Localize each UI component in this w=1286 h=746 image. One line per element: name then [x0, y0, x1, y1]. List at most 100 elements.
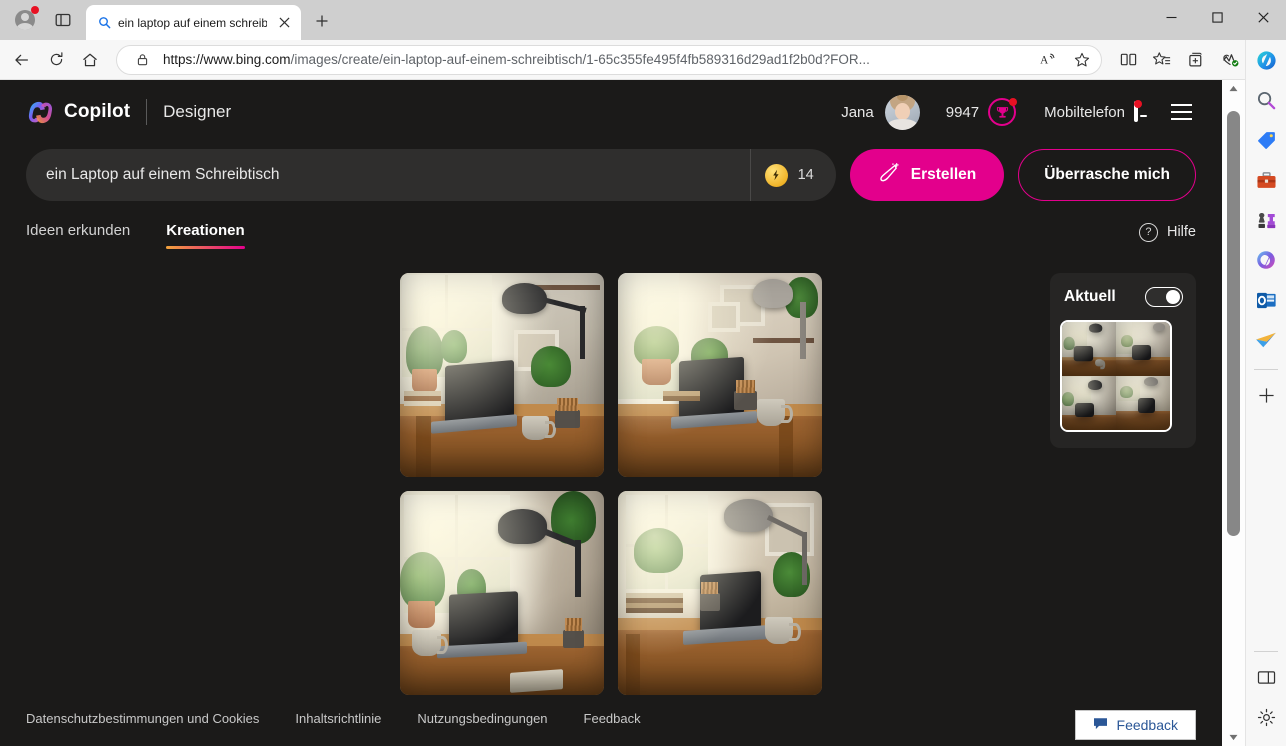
split-screen-icon[interactable] [1112, 44, 1144, 76]
user-account-button[interactable]: Jana [831, 91, 930, 134]
svg-text:A: A [1040, 54, 1049, 66]
sidebar-item-outlook[interactable] [1249, 283, 1283, 317]
sidebar-item-send[interactable] [1249, 323, 1283, 357]
tab-close-button[interactable] [273, 12, 295, 34]
edge-sidebar [1245, 40, 1286, 746]
results-area: Aktuell [0, 273, 1222, 673]
tab-actions-button[interactable] [48, 5, 78, 35]
read-aloud-icon[interactable]: A [1035, 47, 1061, 73]
create-button[interactable]: Erstellen [850, 149, 1004, 201]
mobile-phone-label: Mobiltelefon [1044, 104, 1125, 121]
boost-counter[interactable]: 14 [750, 149, 836, 201]
plus-icon [1258, 387, 1275, 404]
add-favorite-icon[interactable] [1069, 47, 1095, 73]
maximize-button[interactable] [1194, 0, 1240, 34]
sidebar-divider [1254, 369, 1278, 370]
tab-ideen-erkunden[interactable]: Ideen erkunden [26, 222, 130, 249]
collections-icon[interactable] [1180, 44, 1212, 76]
generated-images-grid [400, 273, 822, 673]
home-button[interactable] [74, 44, 106, 76]
help-label: Hilfe [1167, 224, 1196, 240]
prompt-box[interactable]: 14 [26, 149, 836, 201]
footer-link-privacy[interactable]: Datenschutzbestimmungen und Cookies [26, 711, 259, 726]
recent-panel-title: Aktuell [1064, 288, 1116, 306]
generated-image-4[interactable] [618, 491, 822, 695]
scrollbar-up-arrow[interactable] [1222, 80, 1245, 97]
back-arrow-icon [13, 51, 31, 69]
search-icon [1256, 90, 1277, 111]
mobile-phone-button[interactable]: Mobiltelefon [1034, 99, 1148, 125]
rewards-button[interactable]: 9947 [936, 94, 1026, 130]
recent-panel-toggle[interactable] [1145, 287, 1183, 307]
tab-kreationen[interactable]: Kreationen [166, 222, 244, 249]
address-bar-url: https://www.bing.com/images/create/ein-l… [163, 52, 1027, 67]
footer-link-content-policy[interactable]: Inhaltsrichtlinie [295, 711, 381, 726]
refresh-icon [48, 51, 65, 68]
url-host: https://www.bing.com [163, 52, 291, 67]
refresh-button[interactable] [40, 44, 72, 76]
bing-search-icon [96, 15, 112, 31]
microsoft-365-icon [1255, 249, 1277, 271]
recent-thumbnail-2 [1116, 322, 1170, 376]
recent-panel-header: Aktuell [1060, 287, 1186, 307]
prompt-row: 14 Erstellen Überrasche mich [0, 149, 1222, 201]
scrollbar-down-arrow[interactable] [1222, 729, 1245, 746]
split-pane-icon [1257, 669, 1276, 686]
generated-image-2[interactable] [618, 273, 822, 477]
boost-count: 14 [798, 167, 814, 183]
close-button[interactable] [1240, 0, 1286, 34]
sidebar-settings-button[interactable] [1249, 700, 1283, 734]
sidebar-item-search[interactable] [1249, 83, 1283, 117]
avatar [885, 95, 920, 130]
favorites-icon[interactable] [1146, 44, 1178, 76]
games-chess-icon [1256, 210, 1277, 231]
boost-coin-icon [765, 164, 788, 187]
send-plane-icon [1255, 331, 1277, 349]
phone-notification-dot [1134, 100, 1142, 108]
new-tab-button[interactable] [307, 6, 337, 36]
sidebar-item-shopping[interactable] [1249, 123, 1283, 157]
sidebar-item-microsoft365[interactable] [1249, 243, 1283, 277]
footer-link-terms[interactable]: Nutzungsbedingungen [417, 711, 547, 726]
address-bar[interactable]: https://www.bing.com/images/create/ein-l… [116, 45, 1102, 75]
settings-gear-icon [1257, 708, 1276, 727]
profile-notification-dot [31, 6, 39, 14]
sidebar-split-pane-button[interactable] [1249, 660, 1283, 694]
feedback-button-label: Feedback [1117, 717, 1178, 733]
help-icon: ? [1139, 223, 1158, 242]
recent-thumbnail-card[interactable] [1060, 320, 1172, 432]
generated-image-3[interactable] [400, 491, 604, 695]
browser-essentials-icon[interactable] [1214, 44, 1246, 76]
surprise-me-button[interactable]: Überrasche mich [1018, 149, 1196, 201]
prompt-input[interactable] [26, 149, 750, 201]
profile-button[interactable] [10, 5, 40, 35]
footer-link-feedback[interactable]: Feedback [584, 711, 641, 726]
minimize-button[interactable] [1148, 0, 1194, 34]
page-footer: Datenschutzbestimmungen und Cookies Inha… [0, 690, 1222, 746]
recent-thumbnail-3 [1062, 376, 1116, 430]
copilot-icon [1255, 49, 1278, 72]
sidebar-add-button[interactable] [1249, 378, 1283, 412]
help-link[interactable]: ? Hilfe [1139, 223, 1196, 248]
scrollbar-thumb[interactable] [1227, 111, 1240, 536]
recent-thumbnail-4 [1116, 376, 1170, 430]
url-path: /images/create/ein-laptop-auf-einem-schr… [291, 52, 870, 67]
brand-area[interactable]: Copilot [26, 99, 130, 126]
browser-window: ein laptop auf einem schreibtisch [0, 0, 1286, 746]
browser-tab[interactable]: ein laptop auf einem schreibtisch [86, 5, 301, 40]
brand-name: Copilot [64, 101, 130, 123]
home-icon [81, 51, 99, 69]
scrollbar-track[interactable] [1222, 97, 1245, 729]
sidebar-item-games[interactable] [1249, 203, 1283, 237]
feedback-button[interactable]: Feedback [1075, 710, 1196, 740]
generated-image-1[interactable] [400, 273, 604, 477]
rewards-notification-dot [1009, 98, 1017, 106]
recent-panel: Aktuell [1050, 273, 1196, 448]
hamburger-menu-icon[interactable] [1164, 95, 1198, 129]
sidebar-item-copilot[interactable] [1249, 43, 1283, 77]
page-scrollbar[interactable] [1222, 80, 1245, 746]
sidebar-divider-bottom [1254, 651, 1278, 652]
back-button[interactable] [6, 44, 38, 76]
product-name: Designer [163, 102, 231, 122]
sidebar-item-tools[interactable] [1249, 163, 1283, 197]
